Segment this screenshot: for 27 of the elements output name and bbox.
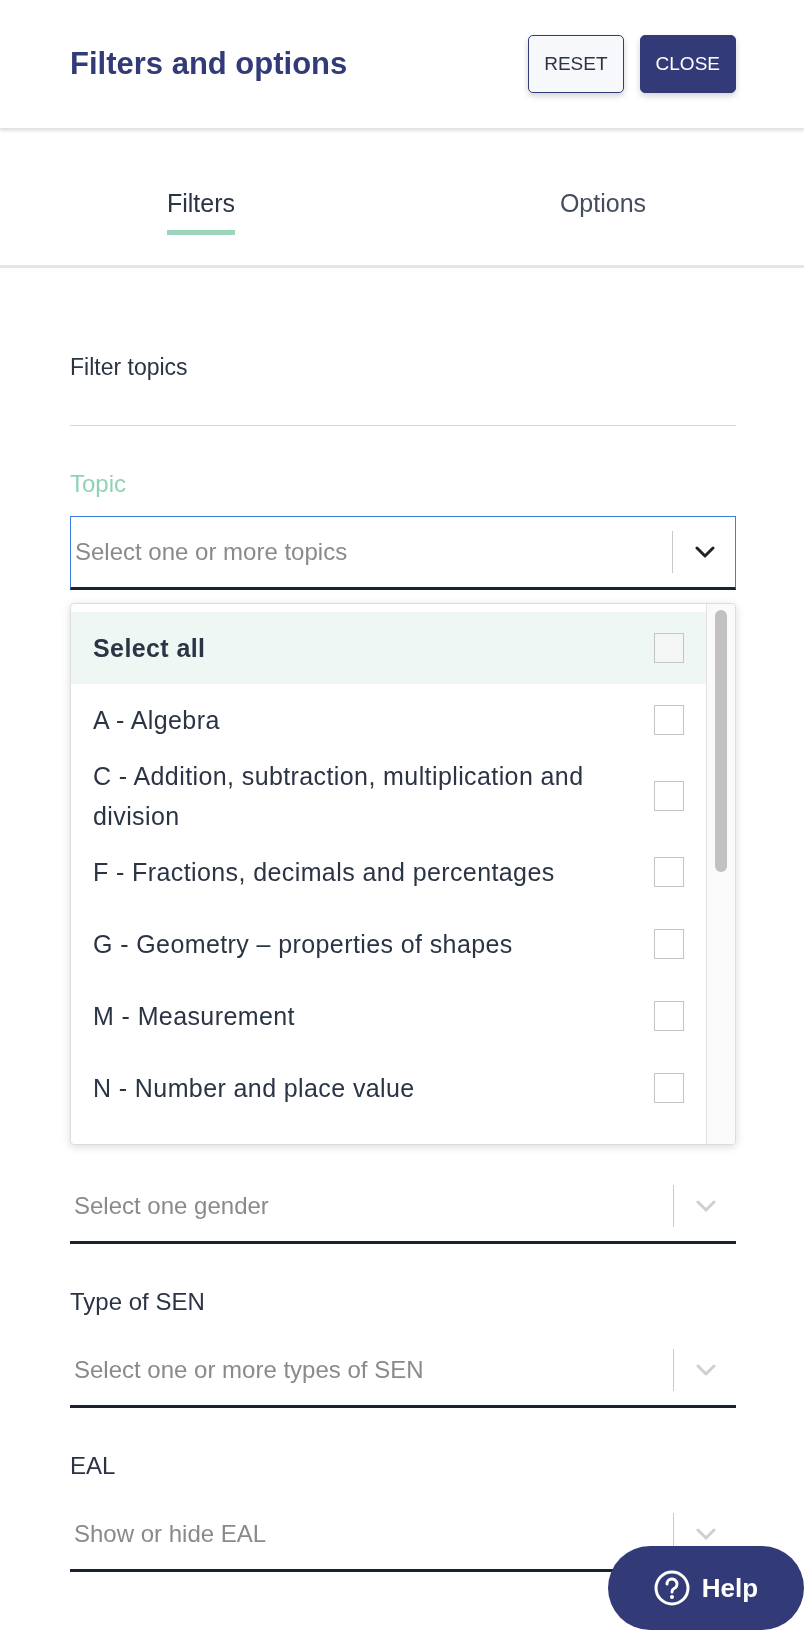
question-icon [653,1570,690,1606]
option-item[interactable]: A - Algebra [71,684,706,756]
checkbox[interactable] [654,857,684,887]
checkbox[interactable] [654,1073,684,1103]
field-label: Type of SEN [70,1288,206,1316]
checkbox[interactable] [654,929,684,959]
option-item[interactable]: C - Addition, subtraction, multiplication and division [71,756,706,836]
close-button[interactable]: CLOSE [639,35,736,93]
field-label: EAL [70,1452,117,1480]
checkbox[interactable] [654,705,684,735]
field-label: Topic [70,470,128,498]
checkbox[interactable] [654,781,684,811]
panel-title: Filters and options [70,46,349,82]
reset-button[interactable]: RESET [528,35,624,93]
help-button[interactable]: Help [608,1546,804,1630]
checkbox[interactable] [654,633,684,663]
scrollbar-thumb[interactable] [715,610,727,872]
chevron-down-icon[interactable] [695,546,715,558]
option-item[interactable]: N - Number and place value [71,1052,706,1124]
option-item[interactable]: Select all [71,612,706,684]
option-item[interactable]: M - Measurement [71,980,706,1052]
tab[interactable]: Options [559,169,647,235]
checkbox[interactable] [654,1001,684,1031]
option-item[interactable]: F - Fractions, decimals and percentages [71,836,706,908]
section-heading: Filter topics [70,268,736,426]
option-item[interactable]: G - Geometry – properties of shapes [71,908,706,980]
tab[interactable]: Filters [166,169,236,235]
